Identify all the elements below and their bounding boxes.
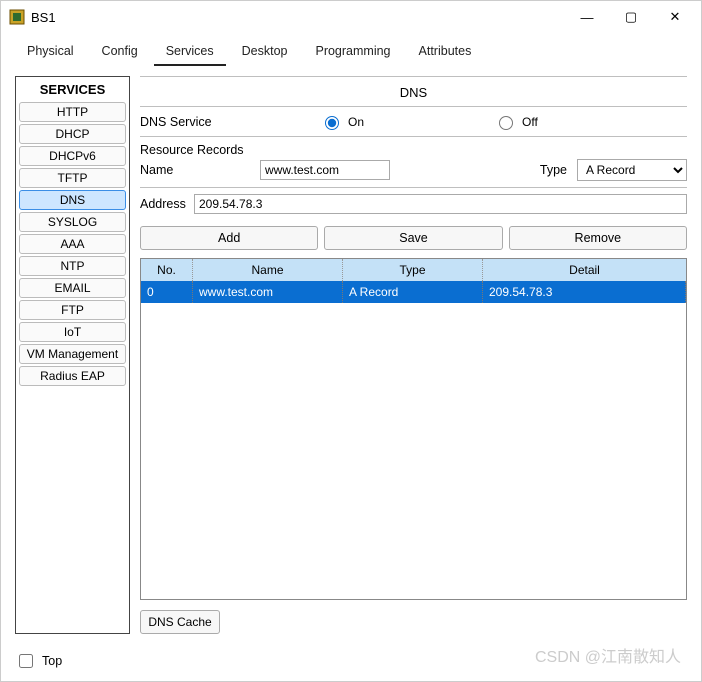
- radio-on-wrap[interactable]: On: [320, 113, 364, 130]
- maximize-icon: ▢: [625, 9, 637, 25]
- address-input[interactable]: [194, 194, 687, 214]
- table-empty-area: [141, 303, 686, 599]
- name-type-row: Name Type A Record: [140, 159, 687, 187]
- tab-bar: Physical Config Services Desktop Program…: [1, 33, 701, 66]
- sidebar-item-http[interactable]: HTTP: [19, 102, 126, 122]
- type-label: Type: [540, 163, 567, 177]
- sidebar-item-radius[interactable]: Radius EAP: [19, 366, 126, 386]
- tab-desktop[interactable]: Desktop: [230, 39, 300, 66]
- address-label: Address: [140, 197, 184, 211]
- sidebar-item-dhcpv6[interactable]: DHCPv6: [19, 146, 126, 166]
- resource-records-label-row: Resource Records: [140, 137, 687, 159]
- td-detail: 209.54.78.3: [483, 281, 686, 303]
- pane-title: DNS: [140, 77, 687, 106]
- sidebar-header: SERVICES: [16, 77, 129, 102]
- minimize-button[interactable]: —: [565, 2, 609, 32]
- records-table: No. Name Type Detail 0 www.test.com A Re…: [140, 258, 687, 600]
- radio-on[interactable]: [325, 116, 339, 130]
- sidebar-item-ftp[interactable]: FTP: [19, 300, 126, 320]
- button-row: Add Save Remove: [140, 226, 687, 250]
- service-row: DNS Service On Off: [140, 107, 687, 136]
- td-no: 0: [141, 281, 193, 303]
- tab-services[interactable]: Services: [154, 39, 226, 66]
- sidebar-item-dhcp[interactable]: DHCP: [19, 124, 126, 144]
- radio-on-label: On: [348, 115, 364, 129]
- table-header: No. Name Type Detail: [141, 259, 686, 281]
- dns-service-label: DNS Service: [140, 115, 260, 129]
- th-type[interactable]: Type: [343, 259, 483, 281]
- window-title: BS1: [31, 10, 565, 25]
- close-icon: ✕: [670, 9, 681, 25]
- services-sidebar: SERVICES HTTP DHCP DHCPv6 TFTP DNS SYSLO…: [15, 76, 130, 634]
- title-bar: BS1 — ▢ ✕: [1, 1, 701, 33]
- th-name[interactable]: Name: [193, 259, 343, 281]
- sidebar-item-aaa[interactable]: AAA: [19, 234, 126, 254]
- tab-config[interactable]: Config: [90, 39, 150, 66]
- name-label: Name: [140, 163, 250, 177]
- table-row[interactable]: 0 www.test.com A Record 209.54.78.3: [141, 281, 686, 303]
- sidebar-item-iot[interactable]: IoT: [19, 322, 126, 342]
- sidebar-item-ntp[interactable]: NTP: [19, 256, 126, 276]
- tab-physical[interactable]: Physical: [15, 39, 86, 66]
- tab-programming[interactable]: Programming: [303, 39, 402, 66]
- th-no[interactable]: No.: [141, 259, 193, 281]
- resource-records-label: Resource Records: [140, 143, 244, 157]
- sidebar-item-dns[interactable]: DNS: [19, 190, 126, 210]
- sidebar-item-syslog[interactable]: SYSLOG: [19, 212, 126, 232]
- save-button[interactable]: Save: [324, 226, 502, 250]
- type-select[interactable]: A Record: [577, 159, 687, 181]
- radio-off-label: Off: [522, 115, 538, 129]
- sidebar-item-vm[interactable]: VM Management: [19, 344, 126, 364]
- th-detail[interactable]: Detail: [483, 259, 686, 281]
- minimize-icon: —: [581, 10, 594, 25]
- td-type: A Record: [343, 281, 483, 303]
- address-row: Address: [140, 188, 687, 220]
- tab-attributes[interactable]: Attributes: [407, 39, 484, 66]
- sidebar-item-tftp[interactable]: TFTP: [19, 168, 126, 188]
- close-button[interactable]: ✕: [653, 2, 697, 32]
- sidebar-item-email[interactable]: EMAIL: [19, 278, 126, 298]
- top-checkbox[interactable]: [19, 654, 33, 668]
- maximize-button[interactable]: ▢: [609, 2, 653, 32]
- top-label: Top: [42, 654, 62, 668]
- bottom-bar: Top: [15, 651, 62, 671]
- td-name: www.test.com: [193, 281, 343, 303]
- remove-button[interactable]: Remove: [509, 226, 687, 250]
- dns-cache-button[interactable]: DNS Cache: [140, 610, 220, 634]
- radio-off-wrap[interactable]: Off: [494, 113, 538, 130]
- table-body: 0 www.test.com A Record 209.54.78.3: [141, 281, 686, 303]
- add-button[interactable]: Add: [140, 226, 318, 250]
- name-input[interactable]: [260, 160, 390, 180]
- app-icon: [9, 9, 25, 25]
- watermark: CSDN @江南散知人: [535, 643, 681, 667]
- dns-pane: DNS DNS Service On Off Resource Records …: [140, 76, 687, 634]
- radio-off[interactable]: [499, 116, 513, 130]
- content-area: SERVICES HTTP DHCP DHCPv6 TFTP DNS SYSLO…: [1, 66, 701, 634]
